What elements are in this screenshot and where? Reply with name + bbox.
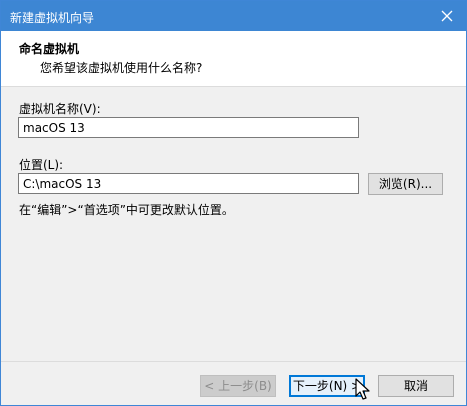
close-icon: [441, 10, 453, 22]
cancel-button[interactable]: 取消: [378, 375, 454, 397]
location-hint: 在“编辑”>“首选项”中可更改默认位置。: [19, 203, 234, 217]
back-button[interactable]: < 上一步(B): [200, 375, 276, 397]
footer-divider: [1, 361, 466, 362]
page-title: 命名虚拟机: [19, 42, 80, 56]
mouse-cursor-icon: [355, 378, 370, 400]
title-bar: 新建虚拟机向导: [1, 1, 466, 31]
vm-name-label: 虚拟机名称(V):: [19, 102, 101, 116]
page-subtitle: 您希望该虚拟机使用什么名称?: [40, 61, 203, 75]
browse-button[interactable]: 浏览(R)...: [368, 173, 443, 195]
location-label: 位置(L):: [19, 158, 64, 172]
vm-name-input[interactable]: [18, 117, 359, 138]
page-header: 命名虚拟机 您希望该虚拟机使用什么名称?: [1, 31, 466, 87]
close-button[interactable]: [436, 5, 458, 27]
window-title: 新建虚拟机向导: [10, 11, 95, 25]
wizard-window: 新建虚拟机向导 命名虚拟机 您希望该虚拟机使用什么名称? 虚拟机名称(V): 位…: [0, 0, 467, 406]
location-input[interactable]: [18, 173, 359, 194]
